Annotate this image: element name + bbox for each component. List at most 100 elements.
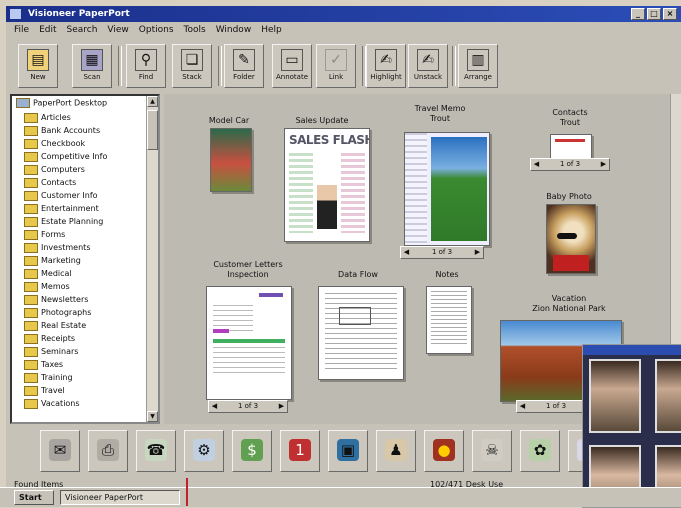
unstack-button[interactable]: ✍ Unstack [408,44,448,88]
folder-tree[interactable]: PaperPort Desktop Articles Bank Accounts… [10,94,160,424]
link-printer-button[interactable]: ⎙ [88,430,128,472]
doc-column-left [289,153,313,233]
link-button[interactable]: ✓ Link [316,44,356,88]
thumbnail-photo[interactable] [589,359,641,433]
scroll-up-arrow[interactable]: ▲ [147,96,158,107]
menu-options[interactable]: Options [139,22,174,38]
folder-item[interactable]: Bank Accounts [24,124,100,137]
menu-help[interactable]: Help [261,22,282,38]
folder-item[interactable]: Receipts [24,332,75,345]
folder-item[interactable]: Medical [24,267,72,280]
folder-icon [24,385,38,396]
link-ocr-button[interactable]: ♟ [376,430,416,472]
annotate-button[interactable]: ▭ Annotate [272,44,312,88]
folder-item[interactable]: Customer Info [24,189,98,202]
folder-item[interactable]: Photographs [24,306,91,319]
stack-prev-arrow[interactable]: ◀ [517,401,528,412]
link-copier-button[interactable]: ⚙ [184,430,224,472]
scan-button[interactable]: ▦ Scan [72,44,112,88]
stack-next-arrow[interactable]: ▶ [598,159,609,170]
folder-item[interactable]: Entertainment [24,202,99,215]
folder-item[interactable]: Articles [24,111,71,124]
contacts-card-thumbnail[interactable] [550,134,592,160]
link-wallet-button[interactable]: ✿ [520,430,560,472]
menu-tools[interactable]: Tools [184,22,206,38]
folder-item[interactable]: Memos [24,280,70,293]
scroll-thumb[interactable] [147,110,158,150]
folder-item[interactable]: Competitive Info [24,150,107,163]
folder-item[interactable]: Computers [24,163,85,176]
close-button[interactable]: × [663,8,677,20]
link-graphics-button[interactable]: ● [424,430,464,472]
stack-navigator[interactable]: ◀ 1 of 3 ▶ [530,158,610,171]
link-mail-button[interactable]: ✉ [40,430,80,472]
app-icon[interactable] [10,9,21,19]
start-button[interactable]: Start [14,490,54,505]
menu-search[interactable]: Search [67,22,98,38]
folder-item[interactable]: Estate Planning [24,215,103,228]
link-bar: ✉ ⎙ ☎ ⚙ $ 1 ▣ ♟ ● ☠ ✿ ◐ [10,426,681,478]
travel-memo-thumbnail[interactable] [404,132,490,246]
title-bar[interactable]: Visioneer PaperPort _ □ × [6,6,681,22]
stack-navigator[interactable]: ◀ 1 of 3 ▶ [400,246,484,259]
folder-icon [24,294,38,305]
folder-item[interactable]: Seminars [24,345,78,358]
red-shirt [553,255,589,271]
arrange-button[interactable]: ▥ Arrange [458,44,498,88]
stack-prev-arrow[interactable]: ◀ [531,159,542,170]
stack-next-arrow[interactable]: ▶ [276,401,287,412]
ocr-icon: ♟ [385,439,407,461]
highlight-icon: ✍ [375,49,397,71]
tree-root[interactable]: PaperPort Desktop [16,98,107,108]
folder-button[interactable]: ✎ Folder [224,44,264,88]
letter-highlight-green [213,339,285,343]
folder-icon [24,333,38,344]
link-photo-editor-button[interactable]: ▣ [328,430,368,472]
folder-item[interactable]: Taxes [24,358,63,371]
folder-icon [24,177,38,188]
folder-item[interactable]: Forms [24,228,65,241]
photo-viewer-window[interactable] [582,344,681,508]
folder-item[interactable]: Training [24,371,73,384]
link-fax-button[interactable]: ☎ [136,430,176,472]
folder-item[interactable]: Newsletters [24,293,88,306]
viewer-title-bar[interactable] [583,345,681,355]
baby-photo-thumbnail[interactable] [546,204,596,274]
menu-view[interactable]: View [107,22,128,38]
minimize-button[interactable]: _ [631,8,645,20]
maximize-button[interactable]: □ [647,8,661,20]
customer-letter-thumbnail[interactable] [206,286,292,400]
stack-prev-arrow[interactable]: ◀ [401,247,412,258]
sales-update-thumbnail[interactable]: SALES FLASH [284,128,370,242]
new-button[interactable]: ▤ New [18,44,58,88]
stack-navigator[interactable]: ◀ 1 of 3 ▶ [208,400,288,413]
highlight-button[interactable]: ✍ Highlight [366,44,406,88]
folder-item[interactable]: Vacations [24,397,80,410]
stack-button[interactable]: ❏ Stack [172,44,212,88]
data-flow-thumbnail[interactable] [318,286,404,380]
wallet-icon: ✿ [529,439,551,461]
menu-file[interactable]: File [14,22,29,38]
notes-thumbnail[interactable] [426,286,472,354]
tree-scrollbar[interactable]: ▲ ▼ [146,96,158,422]
folder-item[interactable]: Investments [24,241,90,254]
folder-item[interactable]: Travel [24,384,65,397]
menu-window[interactable]: Window [216,22,252,38]
folder-item[interactable]: Contacts [24,176,76,189]
link-trash-button[interactable]: ☠ [472,430,512,472]
model-car-thumbnail[interactable] [210,128,252,192]
link-money-button[interactable]: $ [232,430,272,472]
window-controls: _ □ × [631,8,677,20]
folder-item[interactable]: Checkbook [24,137,85,150]
folder-item[interactable]: Marketing [24,254,81,267]
thumbnail-photo[interactable] [655,359,681,433]
stack-next-arrow[interactable]: ▶ [472,247,483,258]
folder-item[interactable]: Real Estate [24,319,86,332]
scroll-down-arrow[interactable]: ▼ [147,411,158,422]
find-button[interactable]: ⚲ Find [126,44,166,88]
link-calendar-button[interactable]: 1 [280,430,320,472]
taskbar-item-paperport[interactable]: Visioneer PaperPort [60,490,180,505]
stack-prev-arrow[interactable]: ◀ [209,401,220,412]
menu-edit[interactable]: Edit [39,22,56,38]
window-title: Visioneer PaperPort [28,9,130,19]
